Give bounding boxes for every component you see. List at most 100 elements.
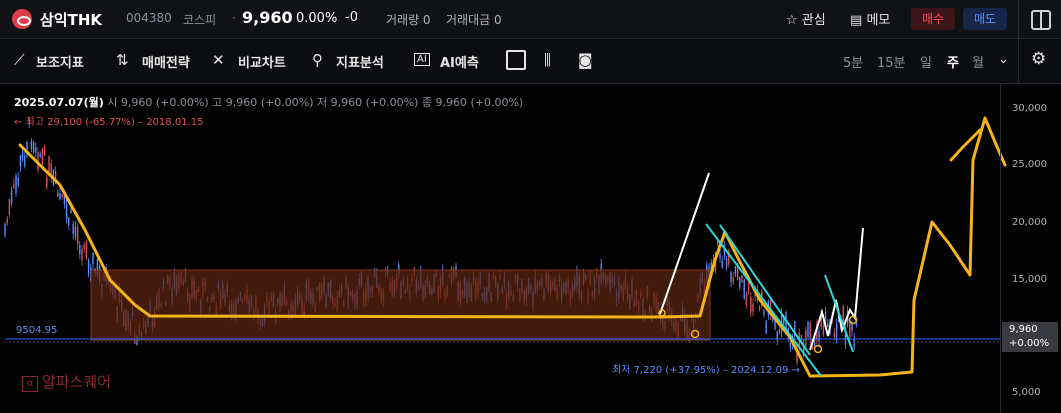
- candle-body: [35, 147, 37, 153]
- indicators-icon: ⟋: [14, 51, 25, 69]
- candle-body: [17, 177, 19, 186]
- current-price: 9,960: [242, 8, 293, 27]
- header-divider: [1018, 0, 1019, 38]
- candle-body: [833, 333, 836, 337]
- chevron-down-icon[interactable]: ⌄: [998, 52, 1009, 67]
- candle-body: [65, 204, 68, 220]
- market-label: 코스피: [183, 13, 217, 27]
- watermark-text: 알파스퀘어: [42, 373, 112, 391]
- alphasquare-logo-icon: α: [22, 376, 38, 392]
- strategy-icon: ⇅: [116, 51, 129, 69]
- low-label: 저: [316, 96, 328, 109]
- high-label: 고: [212, 96, 223, 109]
- memo-label: 메모: [866, 13, 891, 28]
- chart-type-square-icon[interactable]: [506, 50, 526, 70]
- axis-tick: 15,000: [1012, 274, 1047, 285]
- axis-tick: 20,000: [1012, 217, 1047, 228]
- cyan-trend-line-1[interactable]: [705, 223, 822, 377]
- candle-body: [730, 272, 732, 282]
- ohlc-info: 2025.07.07(월) 시 9,960 (+0.00%) 고 9,960 (…: [14, 94, 523, 110]
- candle-body: [81, 248, 83, 261]
- analysis-icon: ⚲: [312, 51, 323, 69]
- candle-body: [807, 321, 809, 337]
- stock-name[interactable]: 삼익THK: [40, 9, 102, 30]
- price-axis[interactable]: [1000, 84, 1061, 413]
- current-price-label: 9,960 +0.00%: [1002, 322, 1058, 352]
- close-label: 종: [421, 96, 432, 109]
- favorite-button[interactable]: ☆ 관심: [786, 9, 826, 28]
- candle-body: [741, 275, 743, 283]
- company-logo-icon: [12, 9, 32, 29]
- low-value: 9,960 (+0.00%): [330, 96, 419, 109]
- candle-body: [74, 226, 77, 237]
- timeframe-5min[interactable]: 5분: [843, 52, 863, 71]
- stock-header: 삼익THK 004380 코스피 · 9,960 0.00% -0 거래량 0 …: [0, 0, 1061, 39]
- buy-button[interactable]: 매수: [911, 8, 955, 30]
- indicator-analysis-button[interactable]: 지표분석: [336, 52, 384, 71]
- candle-body: [739, 277, 741, 288]
- timeframe-day[interactable]: 일: [920, 52, 932, 71]
- candle-body: [43, 146, 46, 156]
- candle-body: [835, 323, 838, 341]
- settings-gear-icon[interactable]: ⚙: [1031, 49, 1046, 69]
- candle-body: [745, 294, 748, 306]
- candle-body: [818, 330, 820, 343]
- timeframe-week[interactable]: 주: [947, 52, 959, 71]
- candle-body: [743, 279, 745, 299]
- axis-tick: 25,000: [1012, 159, 1047, 170]
- candle-body: [827, 322, 829, 327]
- candle-body: [765, 320, 767, 334]
- marker-circle[interactable]: [813, 344, 823, 354]
- timeframe-15min[interactable]: 15분: [877, 52, 906, 71]
- camera-icon[interactable]: ◙: [578, 51, 593, 69]
- candle-body: [721, 260, 723, 268]
- candle-body: [19, 155, 22, 168]
- candle-body: [805, 329, 807, 347]
- price-chart[interactable]: [0, 84, 1061, 413]
- ai-predict-button[interactable]: AI예측: [440, 52, 479, 71]
- candle-body: [752, 303, 754, 312]
- candlestick-icon[interactable]: ⫼: [544, 51, 551, 69]
- consolidation-box[interactable]: [90, 269, 711, 341]
- candle-body: [87, 259, 90, 275]
- high-value: 9,960 (+0.00%): [225, 96, 314, 109]
- separator-dot: ·: [232, 11, 236, 25]
- candle-body: [758, 306, 761, 310]
- candle-body: [39, 153, 41, 157]
- sell-button[interactable]: 매도: [963, 8, 1007, 30]
- amount-label: 거래대금 0: [446, 13, 502, 27]
- candle-body: [763, 310, 765, 315]
- candle-body: [822, 325, 825, 335]
- candle-body: [70, 209, 72, 214]
- axis-tick: 30,000: [1012, 103, 1047, 114]
- favorite-label: 관심: [801, 13, 826, 28]
- candle-body: [15, 175, 17, 194]
- candle-body: [79, 244, 81, 255]
- candle-body: [13, 184, 15, 189]
- candle-body: [61, 194, 63, 198]
- indicators-button[interactable]: 보조지표: [36, 52, 84, 71]
- candle-body: [48, 156, 50, 173]
- candle-body: [68, 217, 70, 225]
- candle-body: [4, 223, 6, 236]
- candle-body: [32, 142, 35, 153]
- memo-button[interactable]: ▤ 메모: [850, 9, 890, 28]
- level-label: 9504.95: [16, 325, 58, 336]
- candle-body: [750, 296, 752, 313]
- candle-body: [725, 258, 728, 267]
- candle-body: [824, 312, 827, 322]
- watermark: α 알파스퀘어: [22, 371, 111, 392]
- star-icon: ☆: [786, 13, 798, 28]
- compare-icon: ✕: [212, 51, 225, 69]
- ai-chip-icon: AI: [414, 53, 430, 66]
- change-amount: -0: [345, 10, 358, 25]
- candle-body: [719, 253, 721, 259]
- cyan-trend-line-2[interactable]: [719, 224, 811, 356]
- side-panel-icon[interactable]: [1031, 10, 1051, 30]
- compare-chart-button[interactable]: 비교차트: [238, 52, 286, 71]
- timeframe-month[interactable]: 월: [972, 52, 984, 71]
- trade-strategy-button[interactable]: 매매전략: [142, 52, 190, 71]
- toolbar-divider: [1018, 39, 1019, 83]
- candle-body: [8, 199, 11, 215]
- all-time-high-annotation: ← 최고 29,100 (-65.77%) – 2018.01.15: [14, 117, 204, 128]
